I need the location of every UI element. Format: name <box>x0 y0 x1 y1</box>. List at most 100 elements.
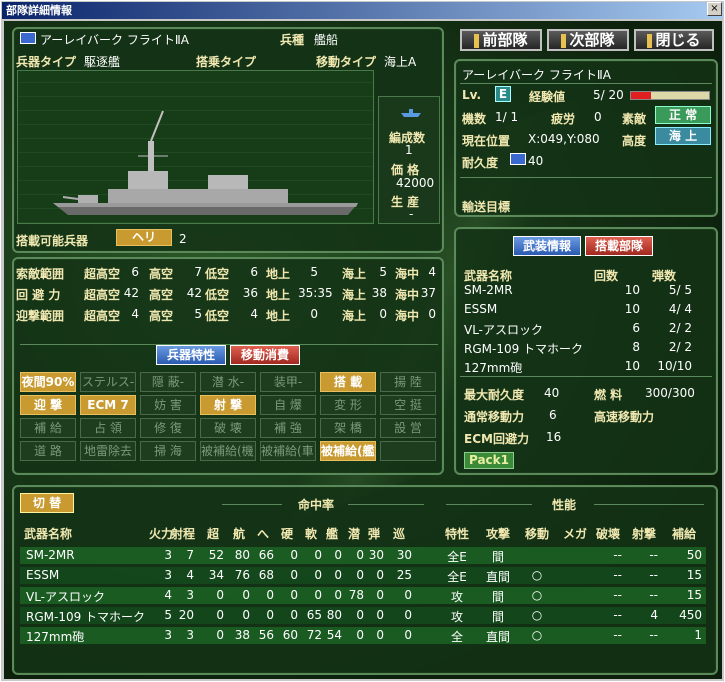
lv-label: Lv. <box>462 88 482 102</box>
close-button[interactable]: 閉じる <box>634 29 714 51</box>
table-cell: 直間 <box>485 570 510 584</box>
table-row[interactable]: ESSM 3 4 34 76 68 0 0 0 0 0 25 全E 直間 ○ -- -- 15 <box>20 567 706 584</box>
table-cell: ESSM <box>26 568 60 582</box>
table-cell: 0 <box>404 608 412 622</box>
window-close-button[interactable]: × <box>707 2 722 16</box>
range-cell-label: 低空 <box>205 309 230 323</box>
morale-badge: 正 常 <box>655 106 711 124</box>
table-row[interactable]: SM-2MR 3 7 52 80 66 0 0 0 0 30 30 全E 間 -- -- 50 <box>20 547 706 564</box>
trait-button[interactable]: 破 壊 <box>200 418 256 438</box>
trait-button[interactable]: 被補給(車) <box>260 441 316 461</box>
maxdur-label: 最大耐久度 <box>464 388 525 402</box>
ecm-label: ECM回避力 <box>464 432 529 446</box>
table-cell: 直間 <box>485 630 510 644</box>
arms-times: 6 <box>632 321 640 335</box>
prev-unit-button[interactable]: 前部隊 <box>460 29 542 51</box>
morale-label: 素敵 <box>622 112 647 126</box>
next-unit-label: 次部隊 <box>569 31 615 49</box>
trait-button[interactable]: 修 復 <box>140 418 196 438</box>
table-cell: -- <box>649 548 658 562</box>
trait-button[interactable]: 迎 撃 <box>20 395 76 415</box>
range-cell-value: 4 <box>250 307 258 321</box>
exp-value: 5/ 20 <box>593 88 624 102</box>
ship-mini-icon <box>401 109 421 117</box>
trait-button[interactable]: 妨 害 <box>140 395 196 415</box>
arms-name: RGM-109 トマホーク <box>464 342 584 356</box>
trait-button[interactable]: 自 爆 <box>260 395 316 415</box>
move-label: 通常移動力 <box>464 410 525 424</box>
range-row-label: 索敵範囲 <box>16 267 65 281</box>
range-row-label: 迎撃範囲 <box>16 309 65 323</box>
trait-button[interactable]: 地雷除去 <box>80 441 136 461</box>
table-cell: 15 <box>686 568 702 582</box>
range-cell-label: 超高空 <box>84 309 121 323</box>
table-cell: 25 <box>396 568 412 582</box>
trait-button[interactable]: ECM 7 <box>80 395 136 415</box>
status-divider-2 <box>460 177 712 178</box>
table-row[interactable]: RGM-109 トマホーク 5 20 0 0 0 0 65 80 0 0 0 攻間 ○ -- 4 450 <box>20 607 706 624</box>
pack-button[interactable]: Pack1 <box>464 452 514 469</box>
trait-button[interactable]: 射 撃 <box>200 395 256 415</box>
table-cell: 52 <box>208 548 224 562</box>
trait-button[interactable]: 隠 蔽- <box>140 372 196 392</box>
trait-button[interactable]: 架 橋 <box>320 418 376 438</box>
table-cell: 50 <box>686 548 702 562</box>
trait-button[interactable]: 潜 水- <box>200 372 256 392</box>
weapons-header-cell: 武器名称 <box>24 527 73 541</box>
table-cell: 4 <box>650 608 658 622</box>
table-cell: -- <box>613 548 622 562</box>
arms-tab[interactable]: 武装情報 <box>513 236 581 256</box>
lv-value: E <box>495 86 511 102</box>
arms-times-header: 回数 <box>594 269 619 283</box>
range-cell-value: 6 <box>131 265 139 279</box>
range-cell-label: 低空 <box>205 288 230 302</box>
price-value: 42000 <box>396 176 435 190</box>
trait-button[interactable]: 変 形 <box>320 395 376 415</box>
range-cell-label: 海上 <box>342 309 367 323</box>
carriable-tag: ヘリ <box>116 229 172 246</box>
trait-button[interactable]: 設 営 <box>380 418 436 438</box>
pos-label: 現在位置 <box>462 134 511 148</box>
arms-ammo: 10/10 <box>657 359 692 373</box>
next-unit-button[interactable]: 次部隊 <box>547 29 629 51</box>
move-cost-tab[interactable]: 移動消費 <box>230 345 300 365</box>
table-cell: 0 <box>404 628 412 642</box>
trait-button[interactable]: 空 挺 <box>380 395 436 415</box>
trait-button[interactable]: 搭 載 <box>320 372 376 392</box>
table-cell: -- <box>613 588 622 602</box>
trait-button[interactable]: 掃 海 <box>140 441 196 461</box>
range-cell-value: 4 <box>428 265 436 279</box>
ship-image <box>53 110 358 215</box>
table-row[interactable]: 127mm砲 3 3 0 38 56 60 72 54 0 0 0 全直間 ○ -- -- 1 <box>20 627 706 644</box>
range-cell-value: 37 <box>420 286 436 300</box>
trait-button[interactable]: 装甲- <box>260 372 316 392</box>
trait-button[interactable]: 道 路 <box>20 441 76 461</box>
units-value: 1/ 1 <box>495 110 519 124</box>
trait-button[interactable]: 補 強 <box>260 418 316 438</box>
hit-bracket-right <box>348 504 424 505</box>
trait-button[interactable]: 被補給(艦) <box>320 441 376 461</box>
status-unit-name: アーレイバーク フライトⅡA <box>462 68 611 82</box>
client-area: アーレイバーク フライトⅡA 兵種 艦船 兵器タイプ 駆逐艦 搭乗タイプ 移動タ… <box>4 21 722 679</box>
range-cell-label: 地上 <box>266 267 291 281</box>
traits-tab[interactable]: 兵器特性 <box>156 345 226 365</box>
range-cell-value: 6 <box>250 265 258 279</box>
trait-button[interactable]: 揚 陸 <box>380 372 436 392</box>
arms-name: 127mm砲 <box>464 361 523 375</box>
trait-button[interactable]: 占 領 <box>80 418 136 438</box>
exp-bar-fill <box>631 92 651 99</box>
table-cell: 0 <box>216 588 224 602</box>
prev-unit-label: 前部隊 <box>482 31 528 49</box>
trait-button[interactable]: ステルス- <box>80 372 136 392</box>
move-type-value: 海上A <box>384 55 417 69</box>
table-row[interactable]: VL-アスロック 4 3 0 0 0 0 0 0 78 0 0 攻間 ○ -- -- 15 <box>20 587 706 604</box>
trait-button[interactable]: 夜間90% <box>20 372 76 392</box>
table-cell: ○ <box>531 608 543 622</box>
carried-tab[interactable]: 搭載部隊 <box>585 236 653 256</box>
trait-button[interactable] <box>380 441 436 461</box>
arms-ammo-header: 弾数 <box>652 269 677 283</box>
switch-button[interactable]: 切 替 <box>20 493 74 513</box>
trait-button[interactable]: 被補給(機) <box>200 441 256 461</box>
range-cell-label: 超高空 <box>84 267 121 281</box>
trait-button[interactable]: 補 給 <box>20 418 76 438</box>
